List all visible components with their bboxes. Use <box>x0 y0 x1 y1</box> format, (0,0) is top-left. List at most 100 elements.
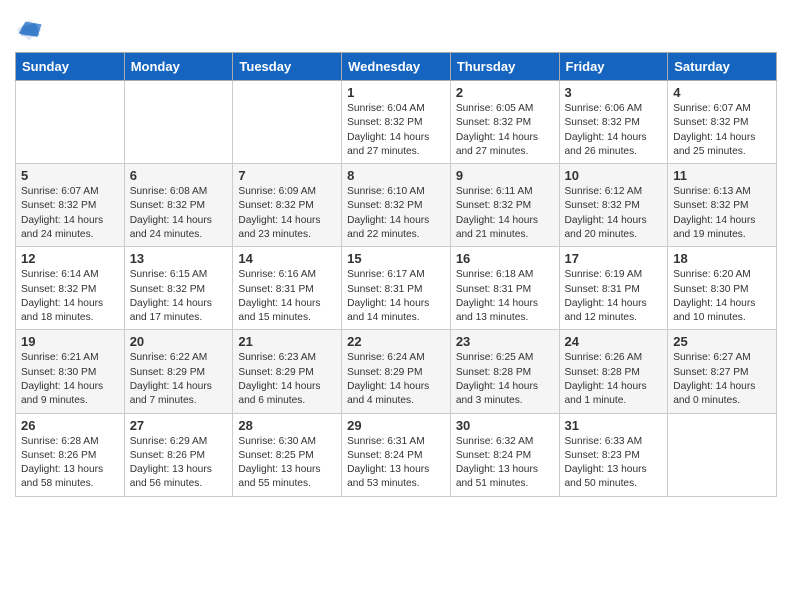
day-info: Sunrise: 6:16 AM Sunset: 8:31 PM Dayligh… <box>238 268 336 325</box>
day-info: Sunrise: 6:30 AM Sunset: 8:25 PM Dayligh… <box>238 435 336 492</box>
calendar-cell: 10 Sunrise: 6:12 AM Sunset: 8:32 PM Dayli… <box>559 164 668 247</box>
calendar-cell: 13 Sunrise: 6:15 AM Sunset: 8:32 PM Dayli… <box>124 247 233 330</box>
calendar-week-row: 26 Sunrise: 6:28 AM Sunset: 8:26 PM Dayli… <box>16 413 777 496</box>
day-number: 25 <box>673 334 771 349</box>
day-number: 9 <box>456 168 554 183</box>
day-info: Sunrise: 6:25 AM Sunset: 8:28 PM Dayligh… <box>456 351 554 408</box>
day-number: 6 <box>130 168 228 183</box>
day-info: Sunrise: 6:14 AM Sunset: 8:32 PM Dayligh… <box>21 268 119 325</box>
day-info: Sunrise: 6:07 AM Sunset: 8:32 PM Dayligh… <box>21 185 119 242</box>
day-number: 10 <box>565 168 663 183</box>
day-number: 24 <box>565 334 663 349</box>
day-number: 29 <box>347 418 445 433</box>
day-info: Sunrise: 6:23 AM Sunset: 8:29 PM Dayligh… <box>238 351 336 408</box>
calendar-cell: 18 Sunrise: 6:20 AM Sunset: 8:30 PM Dayli… <box>668 247 777 330</box>
calendar-cell: 6 Sunrise: 6:08 AM Sunset: 8:32 PM Daylig… <box>124 164 233 247</box>
day-number: 16 <box>456 251 554 266</box>
calendar-cell: 20 Sunrise: 6:22 AM Sunset: 8:29 PM Dayli… <box>124 330 233 413</box>
day-info: Sunrise: 6:20 AM Sunset: 8:30 PM Dayligh… <box>673 268 771 325</box>
day-number: 17 <box>565 251 663 266</box>
day-info: Sunrise: 6:13 AM Sunset: 8:32 PM Dayligh… <box>673 185 771 242</box>
calendar-table: SundayMondayTuesdayWednesdayThursdayFrid… <box>15 52 777 497</box>
day-number: 7 <box>238 168 336 183</box>
calendar-cell: 26 Sunrise: 6:28 AM Sunset: 8:26 PM Dayli… <box>16 413 125 496</box>
calendar-cell: 3 Sunrise: 6:06 AM Sunset: 8:32 PM Daylig… <box>559 81 668 164</box>
day-info: Sunrise: 6:04 AM Sunset: 8:32 PM Dayligh… <box>347 102 445 159</box>
calendar-cell <box>16 81 125 164</box>
calendar-cell <box>124 81 233 164</box>
weekday-header-row: SundayMondayTuesdayWednesdayThursdayFrid… <box>16 53 777 81</box>
day-number: 28 <box>238 418 336 433</box>
day-info: Sunrise: 6:33 AM Sunset: 8:23 PM Dayligh… <box>565 435 663 492</box>
day-info: Sunrise: 6:05 AM Sunset: 8:32 PM Dayligh… <box>456 102 554 159</box>
logo <box>15 16 45 44</box>
day-info: Sunrise: 6:22 AM Sunset: 8:29 PM Dayligh… <box>130 351 228 408</box>
day-number: 3 <box>565 85 663 100</box>
day-info: Sunrise: 6:10 AM Sunset: 8:32 PM Dayligh… <box>347 185 445 242</box>
calendar-week-row: 5 Sunrise: 6:07 AM Sunset: 8:32 PM Daylig… <box>16 164 777 247</box>
page-header <box>15 10 777 44</box>
calendar-cell: 22 Sunrise: 6:24 AM Sunset: 8:29 PM Dayli… <box>342 330 451 413</box>
day-number: 26 <box>21 418 119 433</box>
calendar-cell: 15Sunrise: 6:17 AM Sunset: 8:31 PM Dayli… <box>342 247 451 330</box>
day-info: Sunrise: 6:24 AM Sunset: 8:29 PM Dayligh… <box>347 351 445 408</box>
day-info: Sunrise: 6:31 AM Sunset: 8:24 PM Dayligh… <box>347 435 445 492</box>
day-info: Sunrise: 6:19 AM Sunset: 8:31 PM Dayligh… <box>565 268 663 325</box>
day-number: 19 <box>21 334 119 349</box>
calendar-cell: 25 Sunrise: 6:27 AM Sunset: 8:27 PM Dayli… <box>668 330 777 413</box>
day-number: 2 <box>456 85 554 100</box>
day-number: 15 <box>347 251 445 266</box>
day-number: 27 <box>130 418 228 433</box>
logo-icon <box>15 16 43 44</box>
day-number: 8 <box>347 168 445 183</box>
day-number: 31 <box>565 418 663 433</box>
day-number: 13 <box>130 251 228 266</box>
day-number: 14 <box>238 251 336 266</box>
day-number: 4 <box>673 85 771 100</box>
calendar-cell: 21 Sunrise: 6:23 AM Sunset: 8:29 PM Dayli… <box>233 330 342 413</box>
day-info: Sunrise: 6:12 AM Sunset: 8:32 PM Dayligh… <box>565 185 663 242</box>
day-info: Sunrise: 6:11 AM Sunset: 8:32 PM Dayligh… <box>456 185 554 242</box>
calendar-cell: 29 Sunrise: 6:31 AM Sunset: 8:24 PM Dayli… <box>342 413 451 496</box>
calendar-cell: 16 Sunrise: 6:18 AM Sunset: 8:31 PM Dayli… <box>450 247 559 330</box>
day-number: 5 <box>21 168 119 183</box>
day-number: 11 <box>673 168 771 183</box>
weekday-header-thursday: Thursday <box>450 53 559 81</box>
calendar-cell: 12Sunrise: 6:14 AM Sunset: 8:32 PM Dayli… <box>16 247 125 330</box>
calendar-week-row: 19 Sunrise: 6:21 AM Sunset: 8:30 PM Dayli… <box>16 330 777 413</box>
calendar-cell: 7 Sunrise: 6:09 AM Sunset: 8:32 PM Daylig… <box>233 164 342 247</box>
day-number: 1 <box>347 85 445 100</box>
day-info: Sunrise: 6:26 AM Sunset: 8:28 PM Dayligh… <box>565 351 663 408</box>
calendar-cell: 8 Sunrise: 6:10 AM Sunset: 8:32 PM Daylig… <box>342 164 451 247</box>
weekday-header-tuesday: Tuesday <box>233 53 342 81</box>
day-info: Sunrise: 6:27 AM Sunset: 8:27 PM Dayligh… <box>673 351 771 408</box>
day-number: 20 <box>130 334 228 349</box>
day-info: Sunrise: 6:18 AM Sunset: 8:31 PM Dayligh… <box>456 268 554 325</box>
day-info: Sunrise: 6:07 AM Sunset: 8:32 PM Dayligh… <box>673 102 771 159</box>
calendar-week-row: 1 Sunrise: 6:04 AM Sunset: 8:32 PM Daylig… <box>16 81 777 164</box>
day-number: 22 <box>347 334 445 349</box>
day-number: 18 <box>673 251 771 266</box>
calendar-cell: 2 Sunrise: 6:05 AM Sunset: 8:32 PM Daylig… <box>450 81 559 164</box>
calendar-cell: 11 Sunrise: 6:13 AM Sunset: 8:32 PM Dayli… <box>668 164 777 247</box>
day-info: Sunrise: 6:28 AM Sunset: 8:26 PM Dayligh… <box>21 435 119 492</box>
day-info: Sunrise: 6:09 AM Sunset: 8:32 PM Dayligh… <box>238 185 336 242</box>
weekday-header-sunday: Sunday <box>16 53 125 81</box>
day-info: Sunrise: 6:15 AM Sunset: 8:32 PM Dayligh… <box>130 268 228 325</box>
day-info: Sunrise: 6:21 AM Sunset: 8:30 PM Dayligh… <box>21 351 119 408</box>
day-info: Sunrise: 6:29 AM Sunset: 8:26 PM Dayligh… <box>130 435 228 492</box>
calendar-cell: 27 Sunrise: 6:29 AM Sunset: 8:26 PM Dayli… <box>124 413 233 496</box>
calendar-cell: 14 Sunrise: 6:16 AM Sunset: 8:31 PM Dayli… <box>233 247 342 330</box>
calendar-cell: 4 Sunrise: 6:07 AM Sunset: 8:32 PM Daylig… <box>668 81 777 164</box>
day-number: 30 <box>456 418 554 433</box>
calendar-cell: 28 Sunrise: 6:30 AM Sunset: 8:25 PM Dayli… <box>233 413 342 496</box>
calendar-cell: 19 Sunrise: 6:21 AM Sunset: 8:30 PM Dayli… <box>16 330 125 413</box>
calendar-cell <box>668 413 777 496</box>
calendar-cell: 31 Sunrise: 6:33 AM Sunset: 8:23 PM Dayli… <box>559 413 668 496</box>
day-number: 21 <box>238 334 336 349</box>
calendar-cell: 24 Sunrise: 6:26 AM Sunset: 8:28 PM Dayli… <box>559 330 668 413</box>
day-info: Sunrise: 6:08 AM Sunset: 8:32 PM Dayligh… <box>130 185 228 242</box>
day-number: 23 <box>456 334 554 349</box>
day-info: Sunrise: 6:06 AM Sunset: 8:32 PM Dayligh… <box>565 102 663 159</box>
calendar-cell: 9 Sunrise: 6:11 AM Sunset: 8:32 PM Daylig… <box>450 164 559 247</box>
